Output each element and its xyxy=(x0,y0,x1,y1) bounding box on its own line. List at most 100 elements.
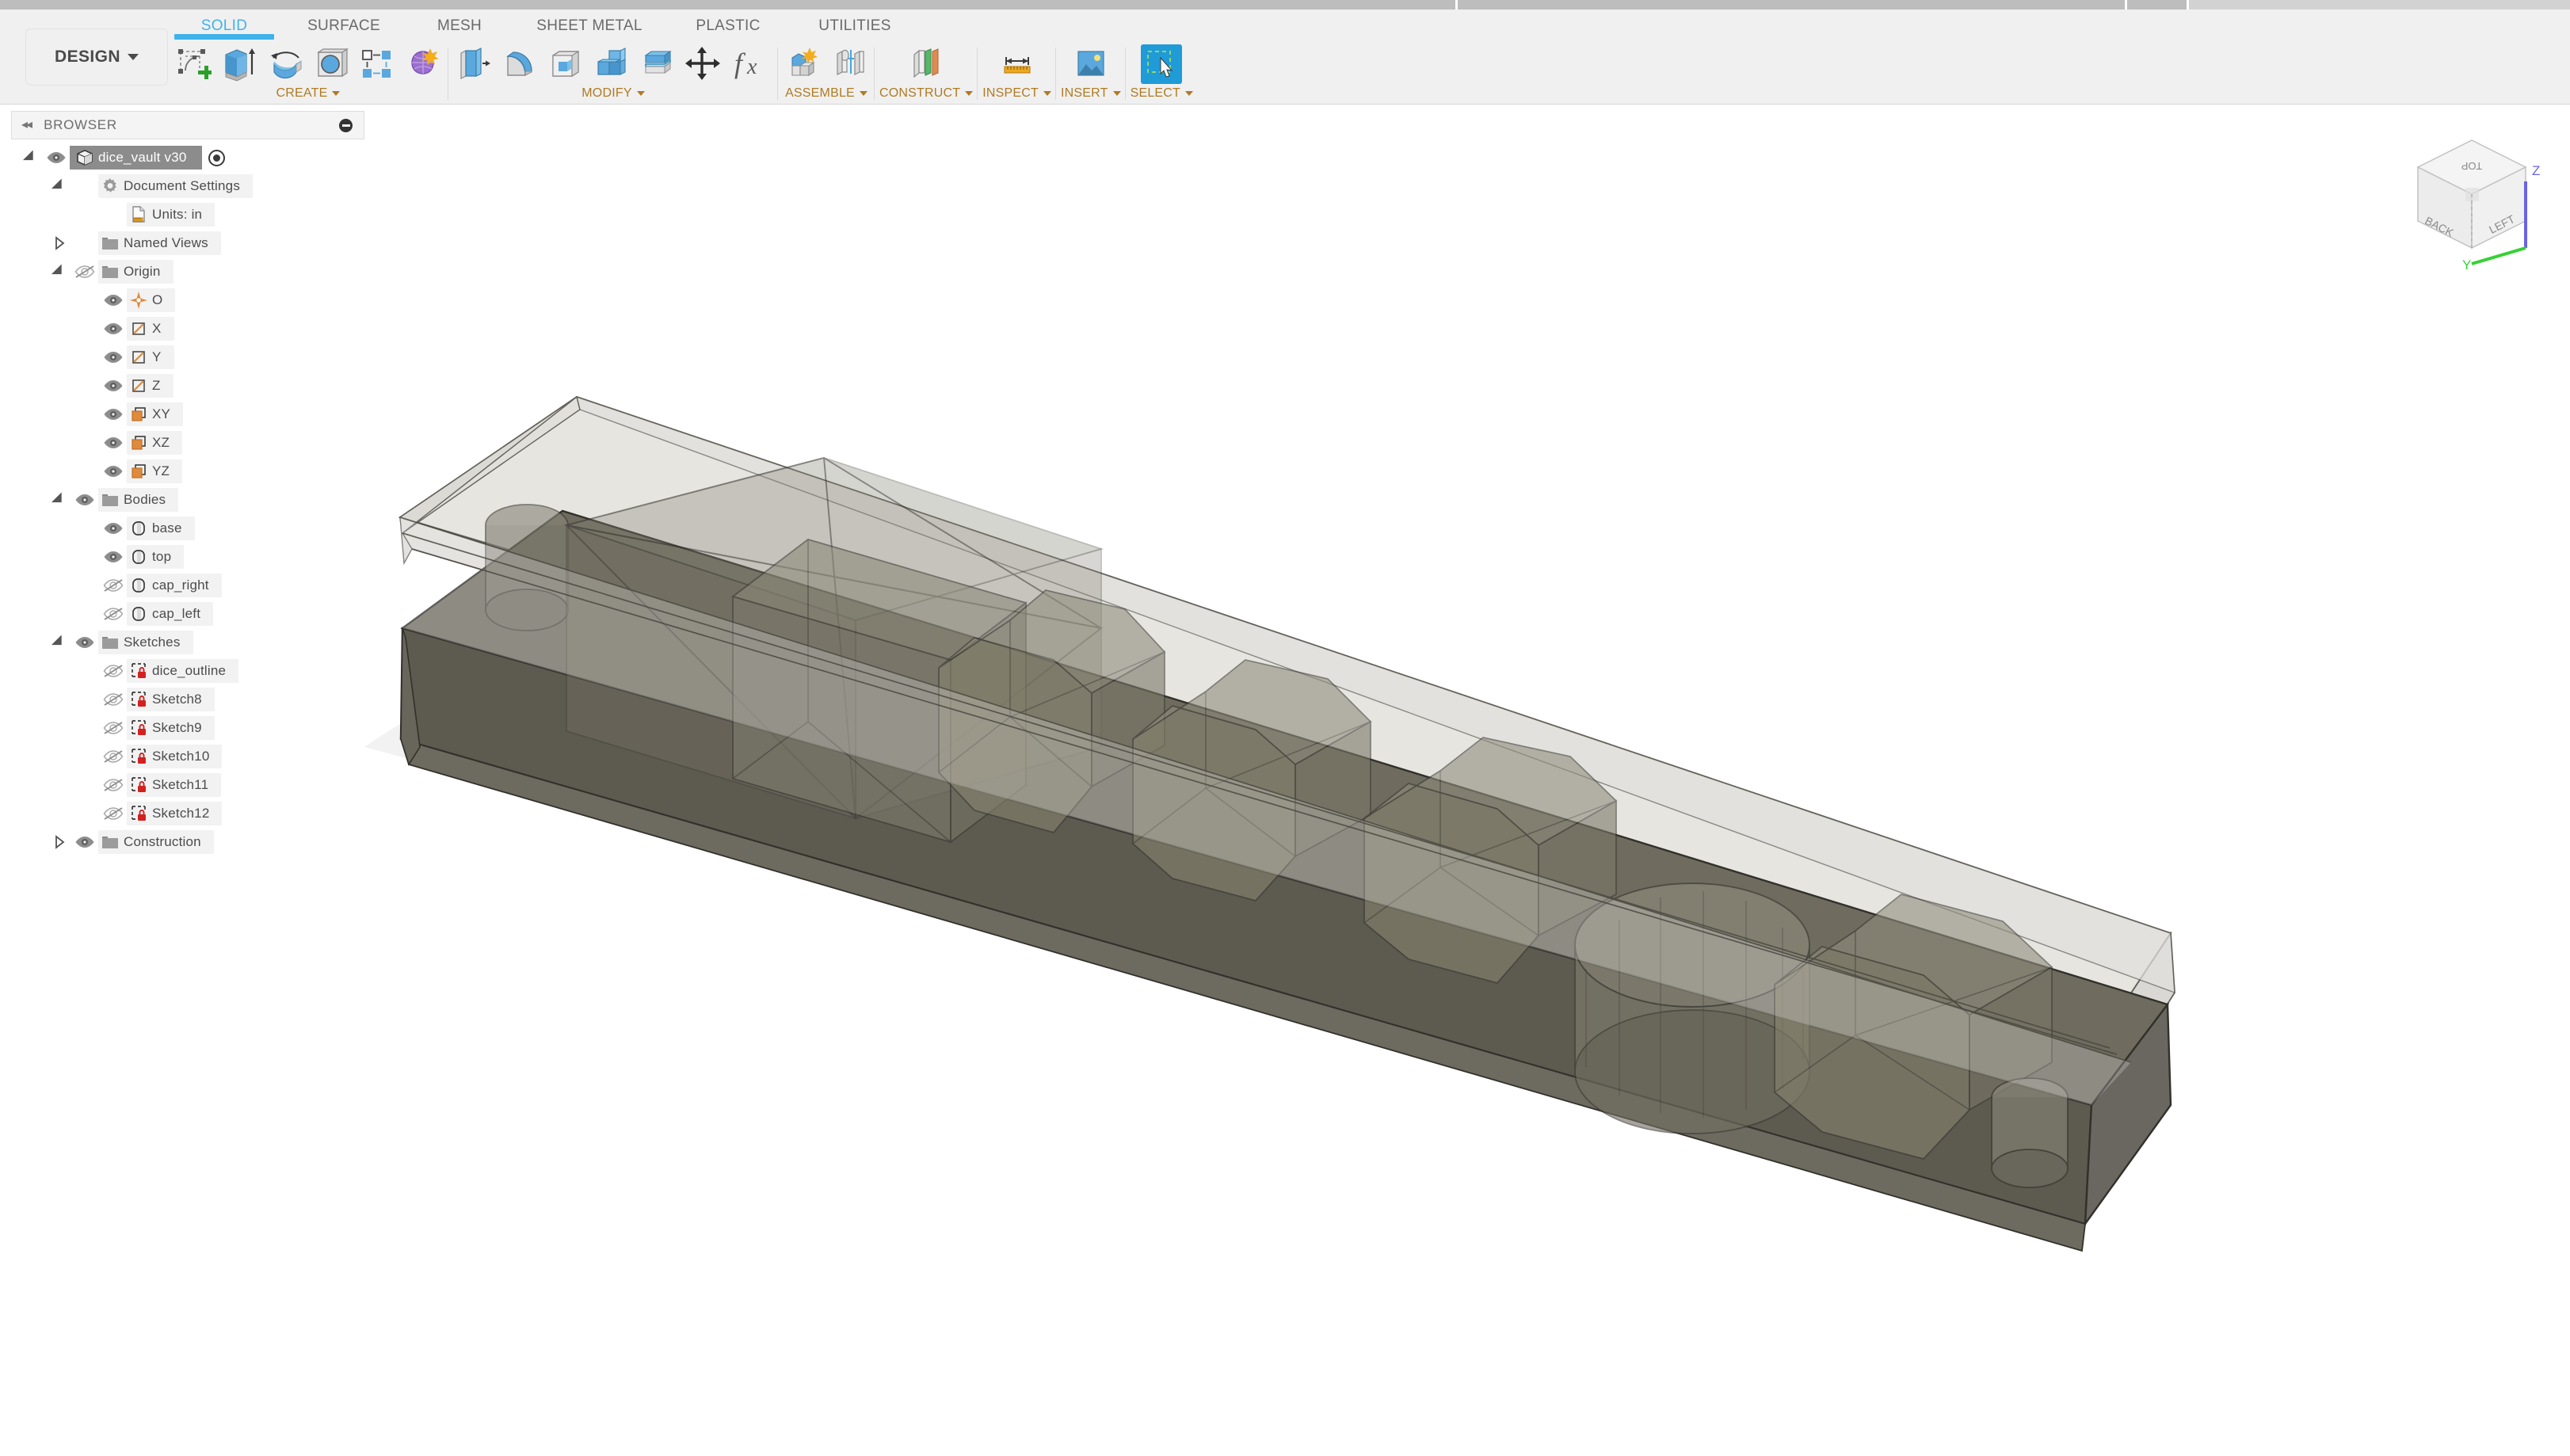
tab-sheet-metal[interactable]: SHEET METAL xyxy=(512,10,667,35)
eye-hidden-icon[interactable] xyxy=(100,714,127,742)
tree-row-sketch12[interactable]: Sketch12 xyxy=(11,799,364,828)
eye-hidden-icon[interactable] xyxy=(100,771,127,799)
twisty-expanded-icon[interactable] xyxy=(19,143,43,172)
eye-hidden-icon[interactable] xyxy=(100,657,127,685)
eye-visible-icon[interactable] xyxy=(100,286,127,314)
tab-utilities[interactable]: UTILITIES xyxy=(789,10,921,35)
twisty-collapsed-icon[interactable] xyxy=(48,828,71,856)
eye-visible-icon[interactable] xyxy=(100,343,127,372)
eye-hidden-icon[interactable] xyxy=(100,571,127,600)
eye-visible-icon[interactable] xyxy=(100,514,127,543)
fillet-icon[interactable] xyxy=(499,44,540,84)
tree-row-xz[interactable]: XZ xyxy=(11,429,364,457)
tab-mesh[interactable]: MESH xyxy=(407,10,512,35)
parameters-fx-icon[interactable]: f x xyxy=(729,44,773,84)
eye-visible-icon[interactable] xyxy=(71,628,98,657)
create-form-icon[interactable] xyxy=(402,44,444,84)
sketch-locked-icon xyxy=(127,802,151,825)
tree-row-yz[interactable]: YZ xyxy=(11,457,364,486)
eye-visible-icon[interactable] xyxy=(100,314,127,343)
tree-row-xy[interactable]: XY xyxy=(11,400,364,429)
extrude-icon[interactable] xyxy=(219,44,260,84)
eye-visible-icon[interactable] xyxy=(43,143,70,172)
tree-row-top[interactable]: top xyxy=(11,543,364,571)
combine-icon[interactable] xyxy=(591,44,632,84)
origin-point-icon xyxy=(127,288,151,312)
inspect-group-label[interactable]: INSPECT xyxy=(982,86,1051,101)
twisty-expanded-icon[interactable] xyxy=(48,486,71,514)
eye-visible-icon[interactable] xyxy=(100,543,127,571)
sweep-icon[interactable] xyxy=(311,44,352,84)
select-group-label[interactable]: SELECT xyxy=(1131,86,1193,101)
create-sketch-icon[interactable] xyxy=(173,44,214,84)
offset-plane-icon[interactable] xyxy=(906,44,947,84)
eye-hidden-icon[interactable] xyxy=(100,685,127,714)
minus-circle-icon[interactable] xyxy=(339,119,353,132)
eye-hidden-icon[interactable] xyxy=(100,799,127,828)
tree-row-o[interactable]: O xyxy=(11,286,364,314)
tree-row-document-settings[interactable]: Document Settings xyxy=(11,172,364,200)
twisty-expanded-icon[interactable] xyxy=(48,628,71,657)
press-pull-icon[interactable] xyxy=(453,44,494,84)
tree-row-x[interactable]: X xyxy=(11,314,364,343)
select-window-icon[interactable] xyxy=(1141,44,1182,84)
activate-component-radio[interactable] xyxy=(208,150,225,166)
tree-row-named-views[interactable]: Named Views xyxy=(11,229,364,257)
tree-row-cap-right[interactable]: cap_right xyxy=(11,571,364,600)
eye-visible-icon[interactable] xyxy=(100,400,127,429)
modify-group-label[interactable]: MODIFY xyxy=(581,86,644,101)
view-cube[interactable]: TOP BACK LEFT Z Y xyxy=(2389,112,2556,270)
tree-row-y[interactable]: Y xyxy=(11,343,364,372)
tree-row-units-in[interactable]: Units: in xyxy=(11,200,364,229)
tree-row-cap-left[interactable]: cap_left xyxy=(11,600,364,628)
pattern-icon[interactable] xyxy=(357,44,398,84)
tree-row-sketch8[interactable]: Sketch8 xyxy=(11,685,364,714)
tree-row-z[interactable]: Z xyxy=(11,372,364,400)
measure-icon[interactable] xyxy=(997,44,1038,84)
eye-hidden-icon[interactable] xyxy=(100,742,127,771)
move-copy-icon[interactable] xyxy=(683,44,724,84)
insert-canvas-icon[interactable] xyxy=(1070,44,1112,84)
tree-row-sketch11[interactable]: Sketch11 xyxy=(11,771,364,799)
shell-icon[interactable] xyxy=(545,44,586,84)
tree-node-label: Sketch12 xyxy=(152,806,209,821)
tree-row-sketch10[interactable]: Sketch10 xyxy=(11,742,364,771)
create-group-label[interactable]: CREATE xyxy=(276,86,341,101)
eye-visible-icon[interactable] xyxy=(100,372,127,400)
insert-group-label[interactable]: INSERT xyxy=(1061,86,1121,101)
split-face-icon[interactable] xyxy=(637,44,678,84)
folder-icon xyxy=(98,488,122,512)
chevron-down-icon xyxy=(637,91,645,96)
twisty-collapsed-icon[interactable] xyxy=(48,229,71,257)
tree-label-pill: Bodies xyxy=(98,488,178,512)
eye-hidden-icon[interactable] xyxy=(100,600,127,628)
tree-row-sketch9[interactable]: Sketch9 xyxy=(11,714,364,742)
tree-row-sketches[interactable]: Sketches xyxy=(11,628,364,657)
eye-visible-icon[interactable] xyxy=(71,828,98,856)
eye-visible-icon[interactable] xyxy=(100,457,127,486)
eye-hidden-icon[interactable] xyxy=(71,257,98,286)
tree-row-dice-vault-v30[interactable]: dice_vault v30 xyxy=(11,143,364,172)
group-label-text: MODIFY xyxy=(581,86,631,101)
eye-visible-icon[interactable] xyxy=(71,486,98,514)
tree-row-dice-outline[interactable]: dice_outline xyxy=(11,657,364,685)
canvas-viewport[interactable]: TOP BACK LEFT Z Y xyxy=(0,105,2570,1456)
tab-plastic[interactable]: PLASTIC xyxy=(667,10,789,35)
tree-row-bodies[interactable]: Bodies xyxy=(11,486,364,514)
revolve-icon[interactable] xyxy=(265,44,306,84)
collapse-left-icon[interactable]: ◂◂ xyxy=(21,119,31,131)
twisty-expanded-icon[interactable] xyxy=(48,172,71,200)
tree-row-construction[interactable]: Construction xyxy=(11,828,364,856)
assemble-group-label[interactable]: ASSEMBLE xyxy=(785,86,867,101)
twisty-expanded-icon[interactable] xyxy=(48,257,71,286)
tree-row-base[interactable]: base xyxy=(11,514,364,543)
tab-surface[interactable]: SURFACE xyxy=(280,10,407,35)
construct-group-label[interactable]: CONSTRUCT xyxy=(879,86,973,101)
tab-solid[interactable]: SOLID xyxy=(168,10,280,35)
tree-row-origin[interactable]: Origin xyxy=(11,257,364,286)
new-component-icon[interactable] xyxy=(783,44,824,84)
joint-icon[interactable] xyxy=(829,44,870,84)
workspace-switcher-button[interactable]: DESIGN xyxy=(25,29,168,86)
tree-label-pill: top xyxy=(127,545,184,569)
eye-visible-icon[interactable] xyxy=(100,429,127,457)
